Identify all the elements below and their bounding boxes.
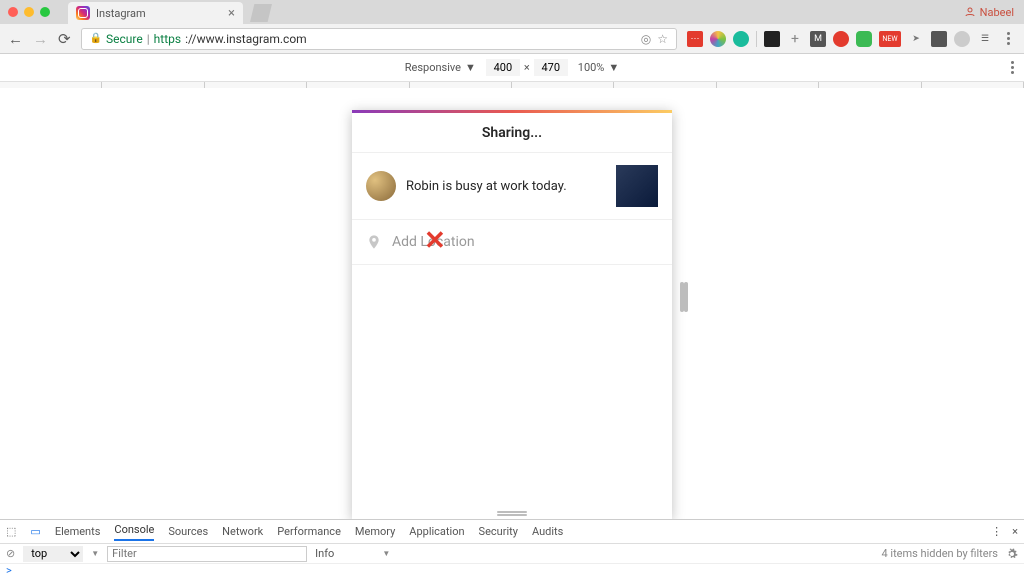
gear-icon[interactable] [1006,548,1018,560]
chevron-down-icon: ▼ [465,61,476,74]
extension-icon[interactable]: + [787,31,803,47]
extension-new-badge[interactable]: NEW [879,31,901,47]
tab-elements[interactable]: Elements [55,525,101,538]
chevron-down-icon: ▼ [608,61,619,74]
extension-icon[interactable]: M [810,31,826,47]
lock-icon: 🔒 [90,33,102,44]
target-icon[interactable]: ◎ [641,32,651,46]
url-host: ://www.instagram.com [185,32,307,46]
tab-network[interactable]: Network [222,525,263,538]
add-location-row[interactable]: Add Location ✕ [352,220,672,265]
share-body-blank [352,265,672,505]
browser-tab[interactable]: Instagram × [68,2,243,24]
extension-buffer-icon[interactable]: ☰ [977,31,993,47]
extension-icon[interactable] [856,31,872,47]
extension-icon[interactable]: ⋯ [687,31,703,47]
extension-icon[interactable] [931,31,947,47]
url-protocol: https [154,32,181,46]
traffic-lights [8,7,50,17]
location-pin-icon [366,234,382,250]
devtools-menu-icon[interactable]: ⋮ [991,525,1002,538]
inspect-icon[interactable]: ⬚ [6,525,16,538]
tab-application[interactable]: Application [409,525,464,538]
console-toolbar: ⊘ top ▼ Info ▼ 4 items hidden by filters [0,544,1024,564]
prompt-chevron-icon: > [6,564,12,577]
header-title: Sharing... [482,125,542,141]
post-preview-row: Robin is busy at work today. [352,153,672,220]
new-tab-button[interactable] [250,4,272,22]
extension-icon[interactable] [833,31,849,47]
post-caption[interactable]: Robin is busy at work today. [406,179,606,194]
device-viewport: Sharing... Robin is busy at work today. … [0,82,1024,519]
extension-icon[interactable]: ➤ [908,31,924,47]
chrome-menu-icon[interactable] [1000,31,1016,47]
profile-name: Nabeel [980,6,1014,19]
extension-icon[interactable] [733,31,749,47]
profile-icon [964,6,976,18]
device-mode-dropdown[interactable]: Responsive ▼ [405,61,476,74]
address-bar[interactable]: 🔒 Secure | https://www.instagram.com ◎ ☆ [81,28,677,50]
tab-console[interactable]: Console [114,523,154,541]
profile-badge[interactable]: Nabeel [964,6,1014,19]
instagram-favicon [76,6,90,20]
close-window-button[interactable] [8,7,18,17]
post-thumbnail[interactable] [616,165,658,207]
secure-label: Secure [106,32,143,46]
filter-input[interactable] [107,546,307,562]
bookmark-star-icon[interactable]: ☆ [657,32,668,46]
user-avatar[interactable] [366,171,396,201]
maximize-window-button[interactable] [40,7,50,17]
tab-sources[interactable]: Sources [168,525,208,538]
console-prompt[interactable]: > [0,564,1024,578]
annotation-x-mark: ✕ [424,226,446,256]
clear-console-icon[interactable]: ⊘ [6,547,15,560]
level-label[interactable]: Info [315,547,334,560]
address-toolbar: ← → ⟳ 🔒 Secure | https://www.instagram.c… [0,24,1024,54]
devtools-close-icon[interactable]: × [1012,525,1018,538]
tab-audits[interactable]: Audits [532,525,563,538]
instagram-share-screen: Sharing... Robin is busy at work today. … [352,110,672,519]
tab-security[interactable]: Security [479,525,518,538]
dimensions-group: × [486,59,568,76]
device-toolbar: Responsive ▼ × 100% ▼ [0,54,1024,82]
zoom-dropdown[interactable]: 100% ▼ [578,61,620,74]
window-titlebar: Instagram × Nabeel [0,0,1024,24]
zoom-label: 100% [578,61,605,74]
devtools-panel: ⬚ ▭ Elements Console Sources Network Per… [0,519,1024,577]
reload-button[interactable]: ⟳ [58,30,71,48]
minimize-window-button[interactable] [24,7,34,17]
device-toggle-icon[interactable]: ▭ [30,525,40,538]
width-input[interactable] [486,59,520,76]
tab-performance[interactable]: Performance [277,525,341,538]
context-selector[interactable]: top [23,546,83,562]
omnibox-icons: ◎ ☆ [641,32,668,46]
share-header: Sharing... [352,113,672,153]
height-input[interactable] [534,59,568,76]
extension-icon[interactable] [954,31,970,47]
chevron-down-icon: ▼ [382,549,390,558]
resize-handle-bottom[interactable] [352,505,672,519]
close-tab-icon[interactable]: × [228,6,235,21]
tab-memory[interactable]: Memory [355,525,395,538]
back-button[interactable]: ← [8,30,23,48]
device-bar-menu-icon[interactable] [1011,61,1014,74]
forward-button[interactable]: → [33,30,48,48]
extension-icon[interactable] [764,31,780,47]
devtools-tabs: ⬚ ▭ Elements Console Sources Network Per… [0,520,1024,544]
resize-handle-right[interactable] [680,282,684,312]
times-icon: × [524,61,530,74]
ruler [0,82,1024,88]
device-mode-label: Responsive [405,61,461,74]
chevron-down-icon: ▼ [91,549,99,558]
hidden-items-label[interactable]: 4 items hidden by filters [881,547,998,560]
extension-icon[interactable] [710,31,726,47]
tab-title: Instagram [96,7,146,20]
separator [756,31,757,47]
extensions-row: ⋯ + M NEW ➤ ☰ [687,31,1016,47]
